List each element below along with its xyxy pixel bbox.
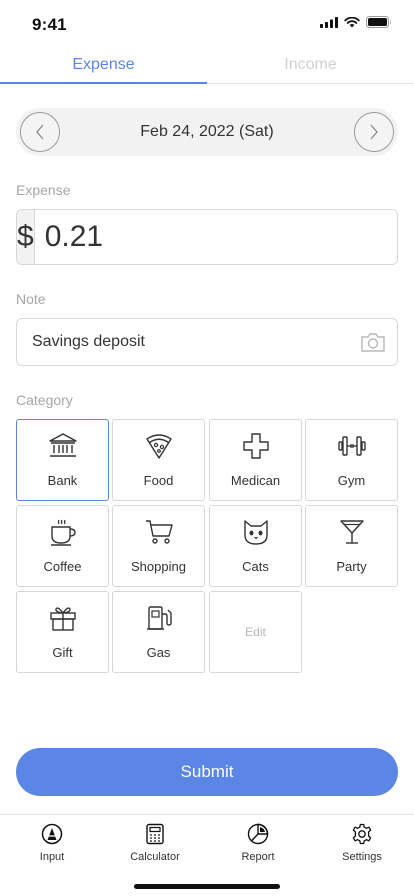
- bottom-nav: Input Calculator Report Settings: [0, 814, 414, 872]
- battery-icon: [366, 16, 391, 28]
- nav-label-calculator: Calculator: [130, 851, 180, 863]
- home-indicator[interactable]: [134, 884, 280, 889]
- shopping-cart-icon: [145, 520, 173, 544]
- category-shopping[interactable]: Shopping: [112, 505, 205, 587]
- calculator-icon: [146, 823, 164, 845]
- category-label-gift: Gift: [52, 645, 73, 660]
- category-label-gas: Gas: [146, 645, 171, 660]
- nav-label-input: Input: [39, 851, 65, 863]
- nav-item-settings[interactable]: Settings: [322, 823, 402, 869]
- current-date[interactable]: Feb 24, 2022 (Sat): [16, 108, 398, 156]
- medical-cross-icon: [242, 433, 269, 459]
- chevron-right-icon: [370, 124, 378, 140]
- pie-chart-icon: [247, 823, 269, 845]
- category-label-gym: Gym: [337, 473, 366, 488]
- category-label-party: Party: [336, 559, 367, 574]
- date-navigator: Feb 24, 2022 (Sat): [16, 108, 398, 156]
- input-icon: [41, 823, 63, 845]
- category-bank[interactable]: Bank: [16, 419, 109, 501]
- wifi-icon: [344, 16, 360, 27]
- nav-item-report[interactable]: Report: [218, 823, 298, 869]
- amount-input[interactable]: [34, 210, 397, 264]
- coffee-cup-icon: [50, 519, 76, 546]
- category-coffee[interactable]: Coffee: [16, 505, 109, 587]
- category-label-bank: Bank: [47, 473, 78, 488]
- category-cats[interactable]: Cats: [209, 505, 302, 587]
- submit-button[interactable]: Submit: [16, 748, 398, 796]
- category-label-cats: Cats: [242, 559, 269, 574]
- status-time: 9:41: [32, 15, 67, 34]
- category-edit-button[interactable]: Edit: [209, 591, 302, 673]
- status-bar: 9:41: [0, 0, 414, 48]
- pizza-icon: [145, 434, 172, 459]
- gear-icon: [352, 823, 372, 845]
- category-label-coffee: Coffee: [43, 559, 82, 574]
- note-label: Note: [16, 291, 46, 307]
- tab-income[interactable]: Income: [207, 48, 414, 83]
- camera-button[interactable]: [359, 330, 387, 354]
- tab-expense[interactable]: Expense: [0, 48, 207, 84]
- amount-field: $: [16, 209, 398, 265]
- note-input[interactable]: [17, 333, 359, 351]
- cellular-signal-icon: [320, 16, 338, 28]
- category-gift[interactable]: Gift: [16, 591, 109, 673]
- category-food[interactable]: Food: [112, 419, 205, 501]
- nav-label-report: Report: [241, 851, 275, 863]
- status-icons: [320, 16, 392, 28]
- type-tabs: Expense Income: [0, 48, 414, 84]
- nav-item-calculator[interactable]: Calculator: [115, 823, 195, 869]
- note-field: [16, 318, 398, 366]
- currency-symbol: $: [17, 210, 35, 264]
- gas-pump-icon: [146, 606, 172, 630]
- category-label: Category: [16, 392, 73, 408]
- amount-label: Expense: [16, 182, 71, 198]
- camera-icon: [361, 333, 385, 352]
- category-label-food: Food: [143, 473, 174, 488]
- category-label-medican: Medican: [230, 473, 281, 488]
- gift-icon: [49, 607, 76, 631]
- category-label-shopping: Shopping: [131, 559, 186, 574]
- nav-label-settings: Settings: [342, 851, 382, 863]
- category-medican[interactable]: Medican: [209, 419, 302, 501]
- nav-item-input[interactable]: Input: [12, 823, 92, 869]
- cat-icon: [243, 520, 268, 545]
- category-gas[interactable]: Gas: [112, 591, 205, 673]
- category-party[interactable]: Party: [305, 505, 398, 587]
- category-gym[interactable]: Gym: [305, 419, 398, 501]
- bank-icon: [48, 433, 77, 457]
- next-date-button[interactable]: [354, 112, 394, 152]
- category-edit-label: Edit: [245, 625, 266, 639]
- dumbbell-icon: [337, 436, 366, 456]
- cocktail-icon: [339, 520, 364, 544]
